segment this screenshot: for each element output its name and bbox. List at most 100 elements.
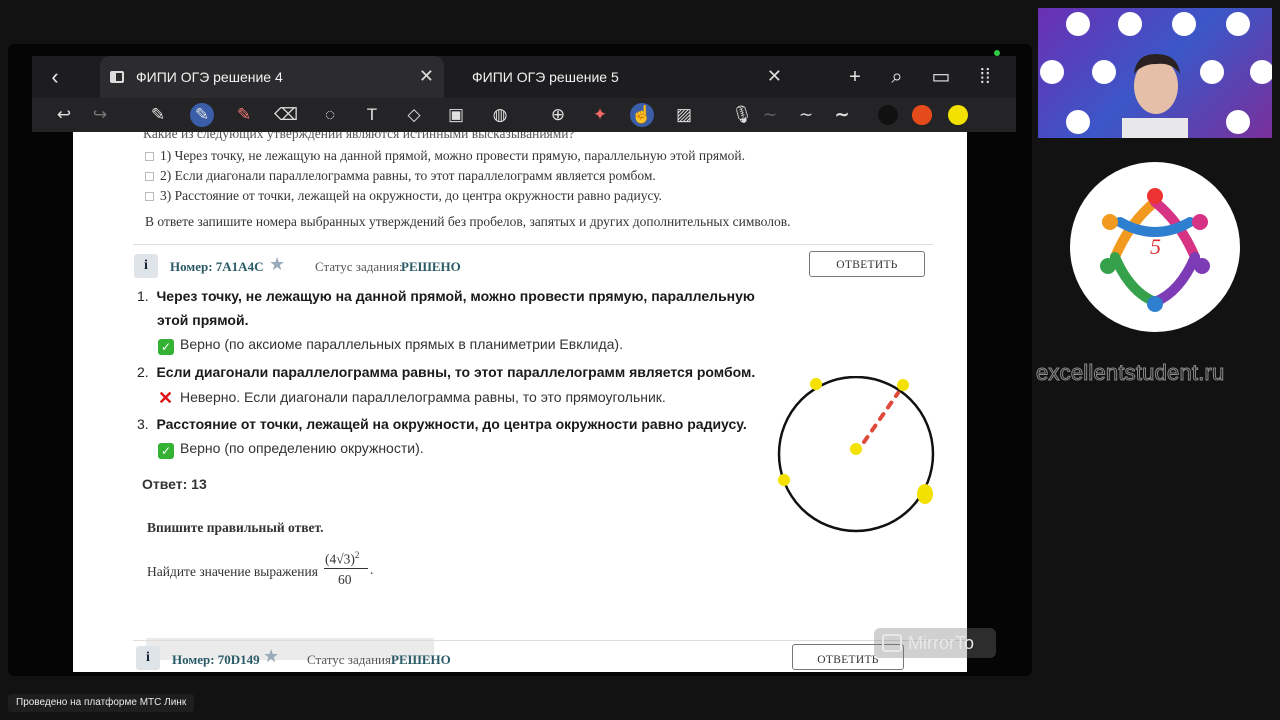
fraction-denominator: 60 [338,572,352,587]
tab-fipi-4[interactable]: ФИПИ ОГЭ решение 4 ✕ [100,56,444,98]
solution-verdict-3: ✓ Верно (по определению окружности). [158,440,424,459]
background-badge [1226,12,1250,36]
annotation-toolbar: ↩ ↪ ✎ ✎ ✎ ⌫ ◌ T ◇ ▣ ◍ ⊕ ✦ ☝ ▨ 🎙 ∼ ∼ ∼ [32,98,1016,132]
lasso-icon[interactable]: ◌ [318,103,342,127]
background-badge [1226,110,1250,134]
thick-stroke-icon[interactable]: ∼ [830,103,854,127]
color-yellow-swatch[interactable] [948,105,968,125]
check-icon: ✓ [158,339,174,355]
question-text: Найдите значение выражения [147,564,318,579]
zoom-icon[interactable]: ⊕ [546,103,570,127]
mirrorto-watermark: MirrorTo [874,628,996,658]
redo-icon[interactable]: ↪ [88,103,112,127]
statement-1: 1) Через точку, не лежащую на данной пря… [145,148,745,164]
screen: ‹ ФИПИ ОГЭ решение 4 ✕ ФИПИ ОГЭ решение … [0,0,1280,720]
website-label: excellentstudent.ru [1036,360,1225,386]
background-badge [1200,60,1224,84]
highlight-dot [778,474,790,486]
hand-icon[interactable]: ☝ [630,103,654,127]
background-badge [1066,110,1090,134]
school-logo: 5 [1070,162,1240,332]
image-icon[interactable]: ▣ [444,103,468,127]
eraser-icon[interactable]: ⌫ [274,103,298,127]
background-badge [1066,12,1090,36]
task-number: Номер: 7A1A4C [170,259,264,274]
fraction-numerator: (4√3)2 [325,550,360,567]
mirrored-tablet-window: ‹ ФИПИ ОГЭ решение 4 ✕ ФИПИ ОГЭ решение … [8,44,1032,676]
tab-fipi-5[interactable]: ФИПИ ОГЭ решение 5 ✕ [452,56,792,98]
mirror-icon [882,634,902,652]
text-icon[interactable]: T [360,103,384,127]
checkbox[interactable] [145,192,154,202]
background-badge [1040,60,1064,84]
status-value: РЕШЕНО [391,652,451,667]
checkbox[interactable] [145,152,154,162]
tab-title: ФИПИ ОГЭ решение 5 [472,69,619,85]
period: . [370,562,374,577]
status-label: Статус задания: [307,652,395,667]
recording-indicator [994,50,1000,56]
color-black-swatch[interactable] [878,105,898,125]
cut-off-question-line: Какие из следующих утверждений являются … [143,132,575,141]
checkbox[interactable] [145,172,154,182]
task-number: Номер: 70D149 [172,652,260,667]
check-icon: ✓ [158,443,174,459]
search-icon[interactable]: ⌕ [884,64,910,90]
background-badge [1118,12,1142,36]
star-icon[interactable]: ★ [263,646,279,667]
svg-text:5: 5 [1150,234,1161,259]
background-badge [1250,60,1272,84]
info-button[interactable]: i [136,646,160,670]
highlight-dot [917,484,933,504]
status-label: Статус задания: [315,259,403,274]
undo-icon[interactable]: ↩ [52,103,76,127]
fraction-bar [324,568,368,569]
solution-verdict-2: ✕ Неверно. Если диагонали параллелограмма… [158,388,666,408]
divider [133,244,933,245]
browser-tab-bar: ‹ ФИПИ ОГЭ решение 4 ✕ ФИПИ ОГЭ решение … [32,56,1016,98]
highlighter-icon[interactable]: ✎ [190,103,214,127]
solution-item-1: 1. Через точку, не лежащую на данной пря… [137,288,755,304]
solution-verdict-1: ✓ Верно (по аксиоме параллельных прямых в… [158,336,623,355]
logo-figures-icon: 5 [1100,188,1210,312]
new-tab-icon[interactable]: + [842,64,868,90]
highlight-dot [897,379,909,391]
solution-item-2: 2. Если диагонали параллелограмма равны,… [137,364,756,380]
back-icon[interactable]: ‹ [42,64,68,90]
background-badge [1092,60,1116,84]
close-icon[interactable]: ✕ [419,66,434,87]
sidebar-tab-icon [110,71,124,83]
answer-text: Ответ: 13 [142,476,207,492]
presenter-silhouette [1122,54,1188,138]
instruction-text: В ответе запишите номера выбранных утвер… [145,214,791,229]
task-prompt: Впишите правильный ответ. [147,520,324,535]
grid-icon[interactable]: ⁞⁞ [972,64,998,90]
marker-icon[interactable]: ✎ [232,103,256,127]
answer-button[interactable]: ОТВЕТИТЬ [809,251,925,277]
cross-icon: ✕ [158,388,174,408]
star-icon[interactable]: ★ [269,254,285,275]
mic-icon[interactable]: 🎙 [730,103,754,127]
color-orange-swatch[interactable] [912,105,932,125]
sticker-icon[interactable]: ◍ [488,103,512,127]
medium-stroke-icon[interactable]: ∼ [794,103,818,127]
statement-2: 2) Если диагонали параллелограмма равны,… [145,168,656,184]
solution-item-1-cont: этой прямой. [157,312,249,328]
tab-title: ФИПИ ОГЭ решение 4 [136,69,283,85]
radius-laser-line [862,391,900,444]
hatch-icon[interactable]: ▨ [672,103,696,127]
sidebar-icon[interactable]: ▭ [928,64,954,90]
platform-footer: Проведено на платформе МТС Линк [8,694,195,712]
laser-icon[interactable]: ✦ [588,103,612,127]
divider [133,640,967,641]
background-badge [1172,12,1196,36]
pen-icon[interactable]: ✎ [146,103,170,127]
close-icon[interactable]: ✕ [767,66,782,87]
document-page: Какие из следующих утверждений являются … [73,132,967,672]
info-button[interactable]: i [134,254,158,278]
shapes-icon[interactable]: ◇ [402,103,426,127]
hand-drawn-circle-annotation [777,376,935,533]
highlight-dot [810,378,822,390]
thin-stroke-icon[interactable]: ∼ [758,103,782,127]
center-dot [850,443,862,455]
